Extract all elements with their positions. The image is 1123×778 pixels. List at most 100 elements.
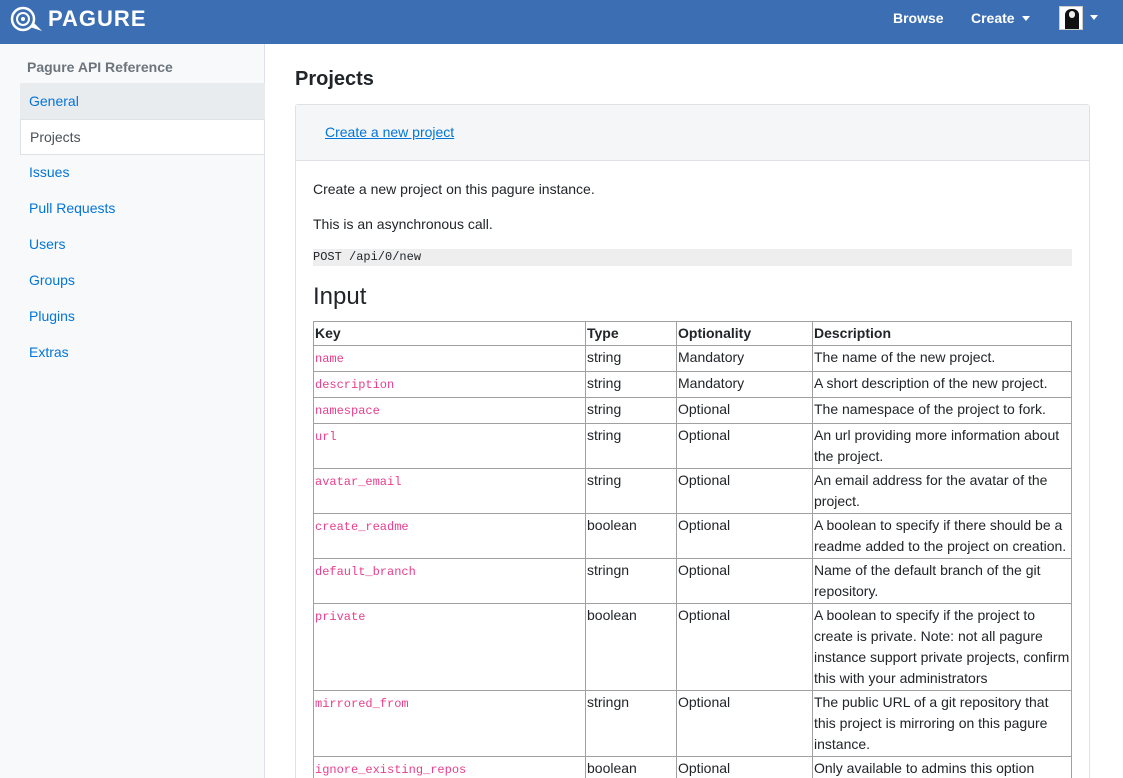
sidebar-item-issues[interactable]: Issues <box>20 155 265 191</box>
table-cell-type: string <box>585 371 677 398</box>
table-cell-type: string <box>585 423 677 469</box>
column-header: Optionality <box>676 321 813 346</box>
table-cell-key: ignore_existing_repos <box>313 756 586 778</box>
table-cell-key: name <box>313 345 586 372</box>
card-header: Create a new project <box>296 105 1089 161</box>
sidebar-item-label[interactable]: Groups <box>29 272 75 288</box>
table-cell-opt: Mandatory <box>676 345 813 372</box>
sidebar: Pagure API Reference General Projects Is… <box>0 44 265 778</box>
table-cell-key: private <box>313 603 586 691</box>
sidebar-item-label[interactable]: Plugins <box>29 308 75 324</box>
sidebar-item-plugins[interactable]: Plugins <box>20 299 265 335</box>
param-key: avatar_email <box>315 475 402 489</box>
table-cell-opt: Optional <box>676 690 813 757</box>
param-key: private <box>315 610 366 624</box>
user-menu[interactable] <box>1059 6 1098 30</box>
table-row: private boolean Optional A boolean to speci… <box>313 603 1072 691</box>
sidebar-title: Pagure API Reference <box>27 59 173 75</box>
endpoint-description: Create a new project on this pagure inst… <box>313 181 595 197</box>
table-cell-type: string <box>585 468 677 514</box>
table-cell-desc: Name of the default branch of the git re… <box>812 558 1072 604</box>
table-cell-key: default_branch <box>313 558 586 604</box>
table-cell-type: boolean <box>585 603 677 691</box>
param-key: mirrored_from <box>315 697 409 711</box>
table-cell-desc: Only available to admins this option all… <box>812 756 1072 778</box>
sidebar-nav: General Projects Issues Pull Requests Us… <box>20 83 265 371</box>
top-navbar: PAGURE Browse Create <box>0 0 1123 44</box>
params-table: Key Type Optionality Description name str… <box>313 321 1072 778</box>
endpoint-card: Create a new project Create a new projec… <box>295 104 1090 778</box>
chevron-down-icon <box>1021 15 1030 21</box>
table-cell-opt: Optional <box>676 603 813 691</box>
table-cell-opt: Optional <box>676 513 813 559</box>
sidebar-item-users[interactable]: Users <box>20 227 265 263</box>
sidebar-item-projects[interactable]: Projects <box>20 119 265 155</box>
sidebar-item-label: Projects <box>30 129 81 145</box>
brand-text: PAGURE <box>48 6 147 31</box>
table-cell-opt: Optional <box>676 423 813 469</box>
sidebar-item-pull-requests[interactable]: Pull Requests <box>20 191 265 227</box>
sidebar-item-label[interactable]: Pull Requests <box>29 200 115 216</box>
table-row: url string Optional An url providing more i… <box>313 423 1072 469</box>
sidebar-item-label[interactable]: General <box>29 93 79 109</box>
browse-menu[interactable]: Browse <box>893 10 944 26</box>
table-cell-desc: The namespace of the project to fork. <box>812 397 1072 424</box>
table-cell-key: description <box>313 371 586 398</box>
sidebar-item-extras[interactable]: Extras <box>20 335 265 371</box>
async-note: This is an asynchronous call. <box>313 216 493 232</box>
sidebar-item-label[interactable]: Issues <box>29 164 69 180</box>
create-new-project-link[interactable]: Create a new project <box>325 124 454 140</box>
sidebar-item-groups[interactable]: Groups <box>20 263 265 299</box>
table-row: name string Mandatory The name of the new p… <box>313 345 1072 372</box>
table-row: ignore_existing_repos boolean Optional Only… <box>313 756 1072 778</box>
table-cell-opt: Optional <box>676 558 813 604</box>
table-cell-type: boolean <box>585 513 677 559</box>
create-menu[interactable]: Create <box>971 10 1030 26</box>
table-cell-opt: Optional <box>676 468 813 514</box>
table-cell-key: url <box>313 423 586 469</box>
table-cell-type: stringn <box>585 690 677 757</box>
sidebar-item-label[interactable]: Extras <box>29 344 69 360</box>
table-cell-type: string <box>585 397 677 424</box>
table-row: mirrored_from stringn Optional The public U… <box>313 690 1072 757</box>
table-row: avatar_email string Optional An email addre… <box>313 468 1072 514</box>
table-row: default_branch stringn Optional Name of the… <box>313 558 1072 604</box>
chevron-down-icon <box>1090 14 1098 20</box>
table-cell-desc: The name of the new project. <box>812 345 1072 372</box>
table-cell-desc: An url providing more information about … <box>812 423 1072 469</box>
param-key: description <box>315 378 395 392</box>
pagure-shell-icon <box>10 6 42 32</box>
create-menu-label: Create <box>971 10 1015 26</box>
table-header-row: Key Type Optionality Description <box>313 321 1072 346</box>
table-cell-desc: A boolean to specify if the project to c… <box>812 603 1072 691</box>
column-header: Key <box>313 321 586 346</box>
pagure-logo[interactable]: PAGURE <box>8 5 147 33</box>
param-key: name <box>315 352 344 366</box>
table-cell-key: mirrored_from <box>313 690 586 757</box>
table-cell-type: stringn <box>585 558 677 604</box>
table-row: description string Mandatory A short descri… <box>313 371 1072 398</box>
table-cell-desc: A boolean to specify if there should be … <box>812 513 1072 559</box>
endpoint-code: POST /api/0/new <box>313 249 1072 266</box>
sidebar-item-general[interactable]: General <box>20 83 265 119</box>
table-cell-desc: An email address for the avatar of the p… <box>812 468 1072 514</box>
column-header: Description <box>812 321 1072 346</box>
table-cell-desc: The public URL of a git repository that … <box>812 690 1072 757</box>
param-key: url <box>315 430 337 444</box>
page-title: Projects <box>295 68 374 90</box>
table-cell-key: avatar_email <box>313 468 586 514</box>
table-cell-type: boolean <box>585 756 677 778</box>
table-cell-opt: Mandatory <box>676 371 813 398</box>
param-key: namespace <box>315 404 380 418</box>
table-cell-key: namespace <box>313 397 586 424</box>
input-heading: Input <box>313 283 367 310</box>
table-row: create_readme boolean Optional A boolean to… <box>313 513 1072 559</box>
param-key: ignore_existing_repos <box>315 763 467 777</box>
table-cell-opt: Optional <box>676 397 813 424</box>
param-key: default_branch <box>315 565 416 579</box>
table-cell-desc: A short description of the new project. <box>812 371 1072 398</box>
sidebar-item-label[interactable]: Users <box>29 236 66 252</box>
table-cell-key: create_readme <box>313 513 586 559</box>
column-header: Type <box>585 321 677 346</box>
table-row: namespace string Optional The namespace of … <box>313 397 1072 424</box>
